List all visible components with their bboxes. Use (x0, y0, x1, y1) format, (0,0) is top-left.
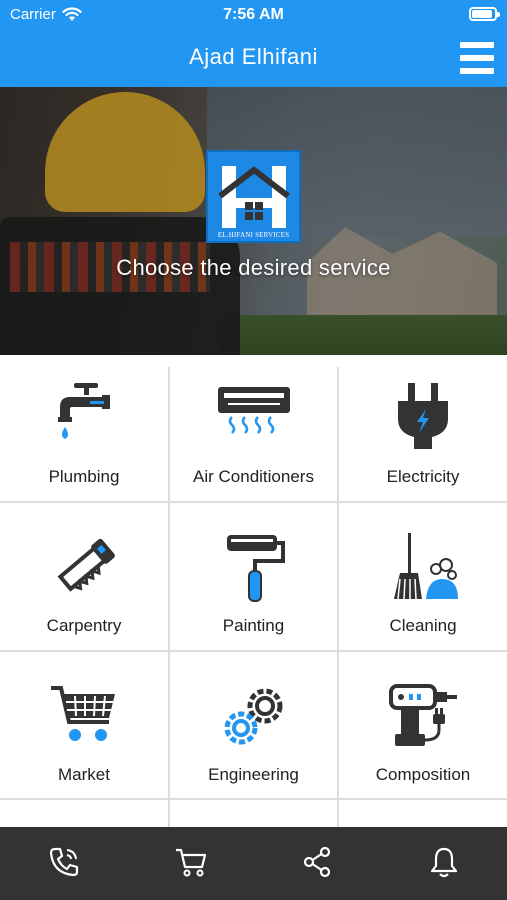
house-logo-icon (218, 166, 290, 228)
status-time: 7:56 AM (223, 6, 284, 23)
phone-icon[interactable] (47, 845, 81, 879)
cart-icon[interactable] (174, 845, 208, 879)
service-placeholder[interactable] (339, 800, 507, 827)
logo-caption: EL.HIFANI SERVICES (217, 231, 290, 239)
service-label: Composition (375, 765, 471, 784)
service-label: Cleaning (389, 616, 457, 635)
service-plumbing[interactable]: Plumbing (0, 367, 168, 501)
electric-plug-icon (398, 383, 448, 449)
bell-icon[interactable] (427, 845, 461, 879)
service-composition[interactable]: Composition (339, 652, 507, 798)
service-air-conditioners[interactable]: Air Conditioners (170, 367, 337, 501)
status-bar: Carrier 7:56 AM (0, 0, 507, 30)
paint-roller-icon (226, 535, 285, 602)
service-label: Market (58, 765, 110, 784)
faucet-icon (58, 383, 110, 439)
share-icon[interactable] (300, 845, 334, 879)
service-label: Carpentry (46, 616, 122, 635)
service-carpentry[interactable]: Carpentry (0, 503, 168, 650)
air-conditioner-icon (217, 387, 290, 434)
hero-tagline: Choose the desired service (116, 255, 391, 280)
broom-icon (394, 533, 458, 600)
service-engineering[interactable]: Engineering (170, 652, 337, 798)
service-market[interactable]: Market (0, 652, 168, 798)
app-header: Ajad Elhifani (0, 30, 507, 87)
bottom-tab-bar (0, 827, 507, 900)
service-label: Painting (222, 616, 285, 635)
service-placeholder[interactable] (170, 800, 337, 827)
service-label: Plumbing (48, 467, 120, 486)
hero-banner: EL.HIFANI SERVICES Choose the desired se… (0, 87, 507, 355)
saw-icon (57, 538, 115, 592)
hamburger-menu-icon[interactable] (460, 42, 494, 74)
company-logo: EL.HIFANI SERVICES (206, 150, 301, 243)
service-label: Air Conditioners (193, 467, 314, 486)
drill-icon (389, 684, 457, 746)
service-label: Engineering (208, 765, 299, 784)
shopping-cart-icon (51, 686, 115, 741)
battery-icon (469, 7, 500, 21)
page-title: Ajad Elhifani (189, 44, 318, 69)
service-cleaning[interactable]: Cleaning (339, 503, 507, 650)
service-painting[interactable]: Painting (170, 503, 337, 650)
service-placeholder[interactable] (0, 800, 168, 827)
gears-icon (224, 688, 282, 745)
service-electricity[interactable]: Electricity (339, 367, 507, 501)
services-grid: Plumbing Air Conditioners Electricity Ca… (0, 367, 507, 827)
service-label: Electricity (386, 467, 460, 486)
